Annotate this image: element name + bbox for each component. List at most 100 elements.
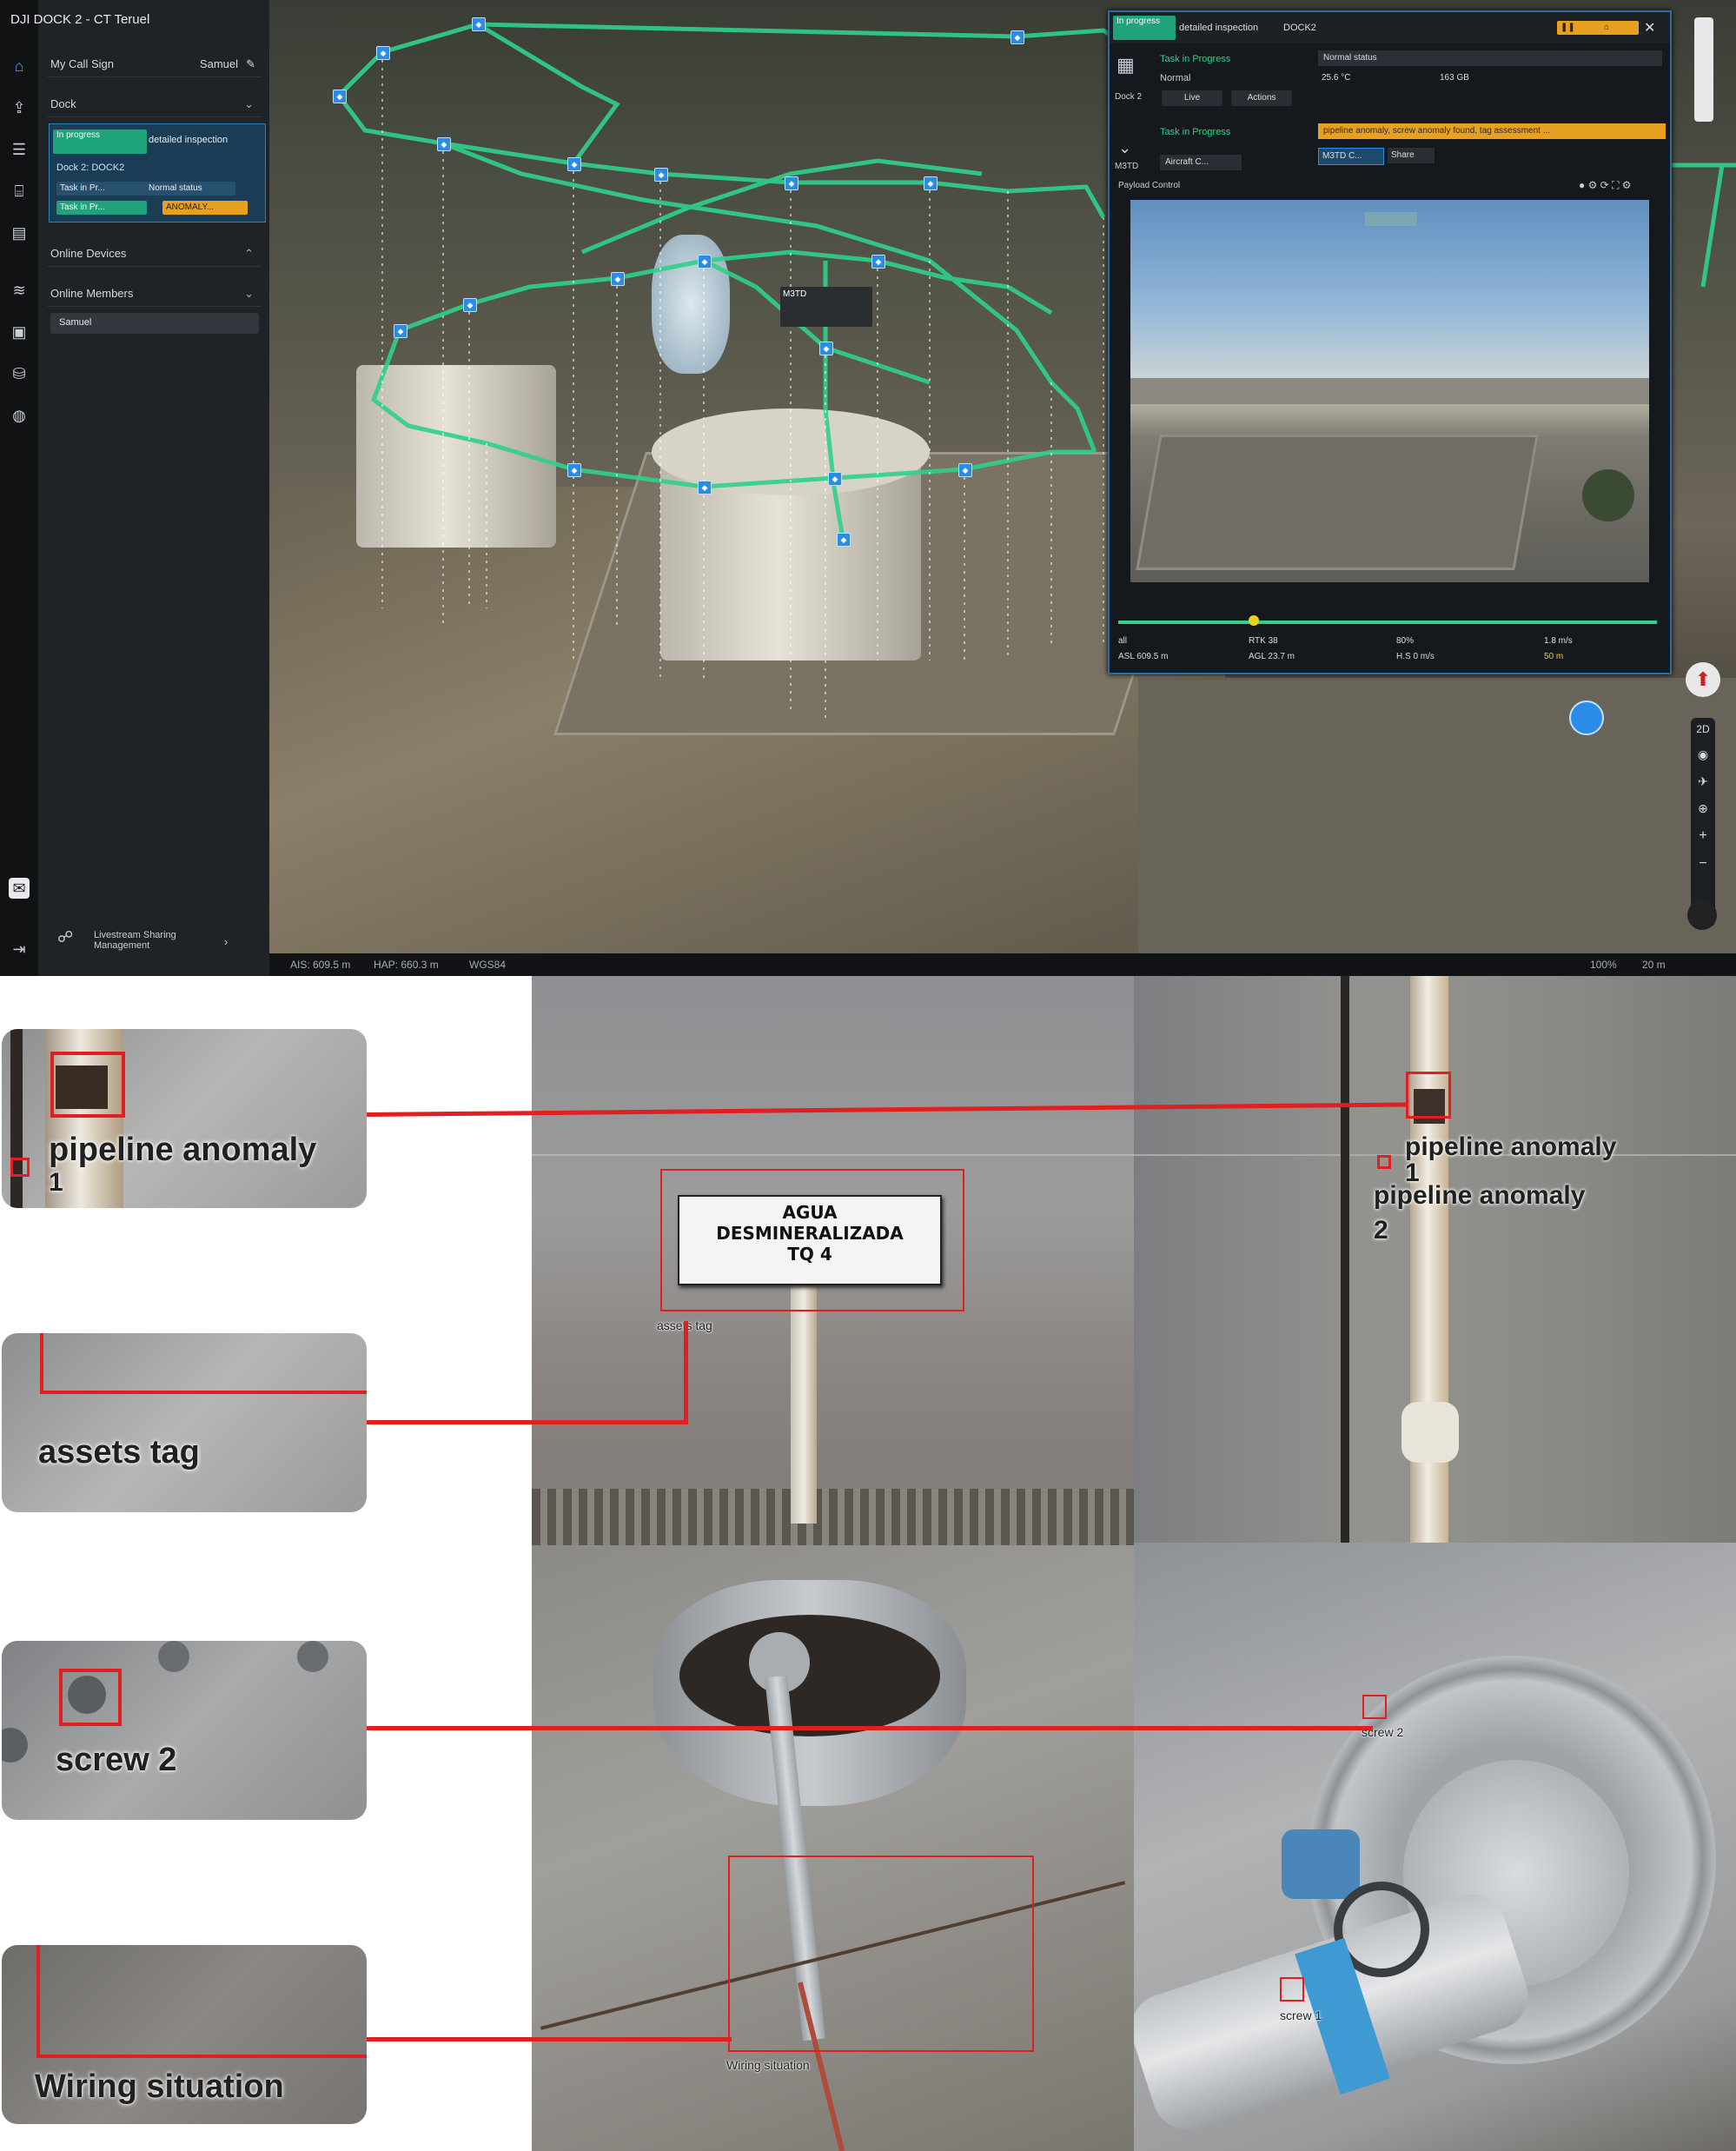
dock-card[interactable]: In progress detailed inspection Dock 2: …: [49, 123, 266, 222]
panel-dock-sub: Normal: [1160, 73, 1191, 83]
upload-icon[interactable]: ⇪: [9, 97, 30, 118]
panel-device: DOCK2: [1283, 23, 1316, 33]
m3td-control-button[interactable]: M3TD C...: [1318, 148, 1384, 165]
zoom-box: [59, 1669, 122, 1726]
video-tools-icon[interactable]: ● ⚙ ⟳ ⛶ ⚙: [1579, 179, 1632, 192]
panel-dock-label: Dock 2: [1115, 92, 1143, 102]
photo-screws: screw 2 screw 1: [1134, 1543, 1736, 2151]
online-members-header[interactable]: Online Members ⌄: [47, 280, 261, 307]
dock-section-header[interactable]: Dock ⌄: [47, 90, 261, 117]
member-item[interactable]: Samuel: [50, 313, 259, 334]
waypoint-marker[interactable]: ◆: [394, 324, 407, 338]
waypoint-marker[interactable]: ◆: [567, 157, 581, 171]
close-icon[interactable]: ✕: [1644, 19, 1655, 37]
telemetry-hs: H.S 0 m/s: [1396, 652, 1435, 661]
chat-icon[interactable]: ✉: [9, 878, 30, 899]
telemetry-distance: 50 m: [1544, 652, 1564, 661]
right-toolbar[interactable]: [1694, 17, 1713, 122]
home-icon[interactable]: ⌂: [9, 56, 30, 76]
payload-control-label[interactable]: Payload Control: [1118, 181, 1180, 190]
camera-icon[interactable]: ◉: [1691, 747, 1715, 762]
flight-progress: [1118, 621, 1657, 624]
chevron-down-icon[interactable]: ⌄: [244, 287, 254, 301]
waypoint-marker[interactable]: ◆: [1010, 30, 1024, 44]
waypoint-marker[interactable]: ◆: [333, 90, 347, 103]
waypoint-marker[interactable]: ◆: [698, 481, 712, 495]
media-icon[interactable]: ▣: [9, 322, 30, 342]
locate-icon[interactable]: ⊕: [1691, 801, 1715, 816]
waypoint-marker[interactable]: ◆: [924, 176, 938, 190]
waypoint-marker[interactable]: ◆: [837, 533, 851, 547]
callout-sub: 1: [49, 1168, 63, 1197]
panel-header: In progress detailed inspection DOCK2 ❚❚…: [1110, 12, 1670, 43]
share-button[interactable]: Share: [1388, 148, 1435, 163]
waypoint-marker[interactable]: ◆: [828, 472, 842, 486]
livestream-label[interactable]: Livestream Sharing Management: [94, 930, 215, 951]
waypoint-marker[interactable]: ◆: [698, 255, 712, 269]
aircraft-icon[interactable]: ✈: [1691, 774, 1715, 789]
zoom-box: [36, 1945, 367, 2058]
waypoint-marker[interactable]: ◆: [819, 342, 833, 355]
aircraft-label-title: M3TD: [783, 289, 807, 299]
dock-row1-value: Normal status: [145, 182, 235, 196]
alert-banner: pipeline anomaly, screw anomaly found, t…: [1318, 123, 1666, 139]
online-devices-header[interactable]: Online Devices ⌃: [47, 240, 261, 267]
document-icon[interactable]: ▤: [9, 222, 30, 243]
chevron-down-icon[interactable]: ⌄: [244, 97, 254, 111]
zoom-box: [40, 1333, 367, 1394]
chevron-up-icon[interactable]: ⌃: [244, 247, 254, 261]
logout-icon[interactable]: ⇥: [9, 939, 30, 959]
aircraft-label[interactable]: M3TD: [780, 287, 872, 327]
waypoint-marker[interactable]: ◆: [376, 46, 390, 60]
pipeline-anomaly-2-box: [1377, 1155, 1391, 1169]
storage-icon[interactable]: ⛁: [9, 363, 30, 384]
bank-icon[interactable]: ⌸: [9, 181, 30, 202]
callout-wiring: Wiring situation: [2, 1945, 367, 2124]
call-sign-row[interactable]: My Call Sign Samuel ✎: [47, 50, 261, 77]
zoom-in-icon[interactable]: +: [1691, 828, 1715, 844]
map-tools: 2D ◉ ✈ ⊕ + −: [1691, 718, 1715, 926]
waypoint-marker[interactable]: ◆: [958, 463, 972, 477]
globe-icon[interactable]: ◍: [9, 405, 30, 426]
dock-row2-status: Task in Pr...: [56, 201, 147, 215]
panel-aircraft-status: Task in Progress: [1160, 127, 1231, 137]
waypoint-marker[interactable]: ◆: [871, 255, 885, 269]
callout-screw: screw 2: [2, 1641, 367, 1820]
flight-plan-icon[interactable]: ≋: [9, 280, 30, 301]
pipe2-label: pipeline anomaly: [1374, 1181, 1586, 1210]
map-2d-icon[interactable]: 2D: [1691, 723, 1715, 735]
live-button[interactable]: Live: [1162, 90, 1222, 106]
actions-button[interactable]: Actions: [1231, 90, 1292, 106]
device-panel: In progress detailed inspection DOCK2 ❚❚…: [1108, 10, 1672, 674]
waypoint-marker[interactable]: ◆: [472, 17, 486, 31]
dock-storage: 163 GB: [1440, 73, 1469, 83]
list-icon[interactable]: ☰: [9, 139, 30, 160]
call-sign-label: My Call Sign: [50, 57, 114, 70]
rth-button[interactable]: ⌂: [1600, 21, 1639, 35]
waypoint-marker[interactable]: ◆: [785, 176, 798, 190]
waypoint-marker[interactable]: ◆: [437, 137, 451, 151]
waypoint-marker[interactable]: ◆: [463, 298, 477, 312]
telemetry-speed: 1.8 m/s: [1544, 636, 1573, 646]
waypoint-marker[interactable]: ◆: [611, 272, 625, 286]
concrete-area: [1136, 435, 1539, 570]
waypoint-marker[interactable]: ◆: [567, 463, 581, 477]
edit-icon[interactable]: ✎: [246, 57, 255, 71]
callout-label: Wiring situation: [35, 2068, 284, 2105]
aircraft-icon: ⌄: [1118, 139, 1132, 156]
zoom-out-icon[interactable]: −: [1691, 856, 1715, 872]
livestream-icon: ☍: [57, 928, 74, 946]
panel-status-badge: In progress: [1113, 16, 1176, 40]
waypoint-marker[interactable]: ◆: [654, 168, 668, 182]
telemetry-signal: all: [1118, 636, 1128, 646]
pause-button[interactable]: ❚❚: [1557, 21, 1602, 35]
status-hap: HAP: 660.3 m: [374, 959, 439, 971]
compass-icon[interactable]: ⬆: [1686, 662, 1720, 697]
chevron-right-icon[interactable]: ›: [224, 935, 228, 948]
pipeline-anomaly-1-box: [1406, 1072, 1451, 1119]
progress-marker[interactable]: [1249, 615, 1259, 626]
live-video-feed[interactable]: [1130, 200, 1649, 582]
layer-icon[interactable]: [1687, 900, 1717, 930]
aircraft-control-button[interactable]: Aircraft C...: [1160, 155, 1242, 170]
dock-location-icon[interactable]: [1569, 700, 1604, 735]
